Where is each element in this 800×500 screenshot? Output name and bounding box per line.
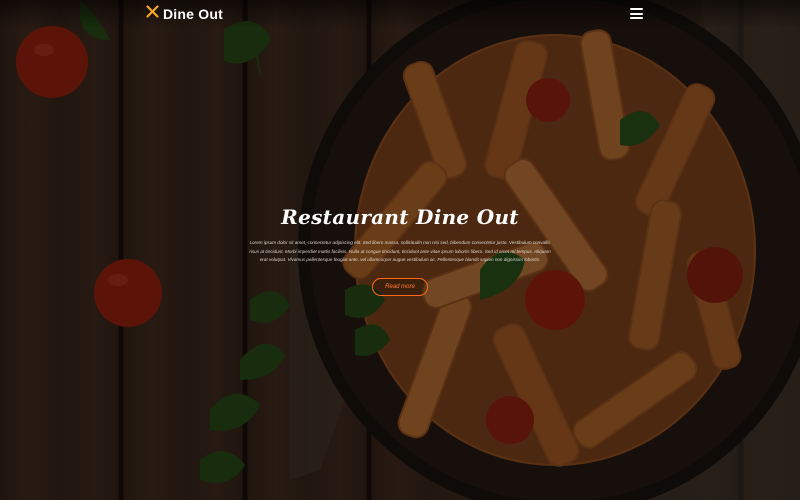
read-more-button[interactable]: Read more: [372, 277, 428, 296]
hamburger-menu-icon[interactable]: [629, 7, 645, 20]
hero-title: Restaurant Dine Out: [281, 205, 519, 229]
top-navbar: Dine Out: [0, 0, 800, 28]
brand-logo[interactable]: Dine Out: [146, 5, 223, 23]
crossed-utensils-icon: [146, 5, 159, 23]
hero-content: Restaurant Dine Out Lorem ipsum dolor si…: [245, 205, 555, 296]
hero-section: Dine Out Restaurant Dine Out Lorem ipsum…: [0, 0, 800, 500]
brand-name: Dine Out: [163, 6, 223, 22]
hero-description: Lorem ipsum dolor sit amet, consectetur …: [249, 240, 551, 262]
